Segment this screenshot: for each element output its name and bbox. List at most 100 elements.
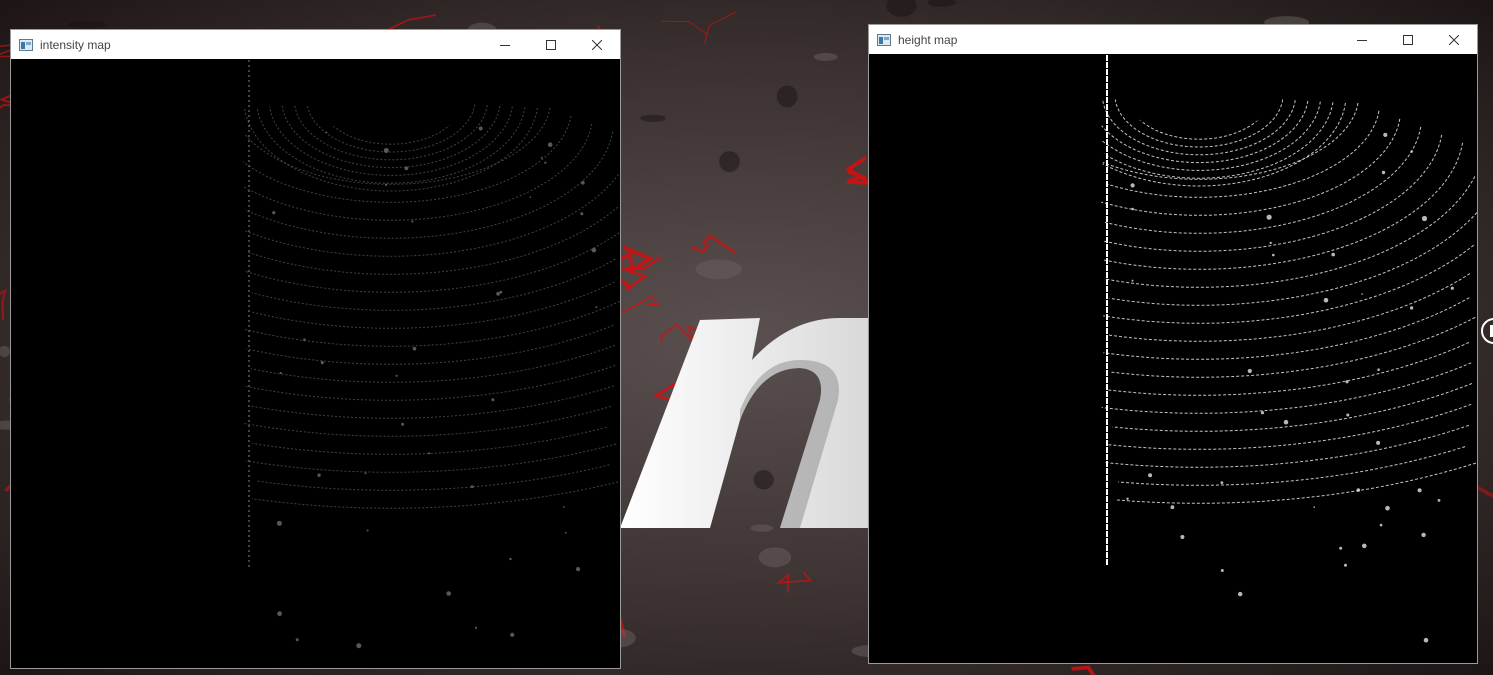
scan-point bbox=[1450, 286, 1454, 290]
scan-ring bbox=[1114, 462, 1477, 504]
scan-point bbox=[1379, 523, 1383, 527]
scan-point bbox=[1417, 488, 1422, 493]
height-map-image[interactable] bbox=[869, 55, 1477, 663]
scan-point bbox=[562, 506, 565, 508]
close-icon bbox=[1449, 34, 1459, 45]
scan-point bbox=[1383, 132, 1388, 137]
minimize-icon bbox=[500, 44, 510, 46]
close-icon bbox=[592, 39, 602, 50]
intensity-map-window[interactable]: intensity map bbox=[10, 29, 621, 669]
scan-point bbox=[1377, 368, 1380, 372]
scan-point bbox=[303, 338, 306, 342]
scan-point bbox=[1345, 380, 1349, 384]
rock-texture-spot bbox=[813, 52, 838, 61]
ego-vehicle-shadow bbox=[301, 60, 481, 140]
scan-point bbox=[1362, 543, 1367, 549]
rock-texture-spot bbox=[640, 114, 666, 122]
scan-ring bbox=[1112, 383, 1473, 432]
scan-point bbox=[576, 567, 581, 572]
intensity-map-image[interactable] bbox=[11, 60, 620, 668]
rock-texture-spot bbox=[750, 524, 774, 532]
maximize-icon bbox=[546, 39, 556, 50]
scan-point bbox=[547, 142, 553, 147]
scan-point bbox=[1131, 207, 1134, 211]
scan-point bbox=[564, 531, 567, 534]
window-app-icon[interactable] bbox=[18, 37, 34, 53]
scan-point bbox=[317, 473, 321, 477]
scan-ring bbox=[244, 174, 619, 257]
scan-point bbox=[1220, 569, 1224, 572]
close-button[interactable] bbox=[1431, 25, 1477, 54]
maximize-button[interactable] bbox=[528, 30, 574, 59]
height-map-window[interactable]: height map bbox=[868, 24, 1478, 664]
window-app-icon[interactable] bbox=[876, 32, 892, 48]
scan-point bbox=[1410, 150, 1413, 153]
scan-ring bbox=[243, 365, 616, 401]
scan-point bbox=[475, 626, 478, 629]
scan-point bbox=[580, 212, 584, 216]
scan-point bbox=[1180, 535, 1185, 539]
scan-ring bbox=[252, 281, 615, 329]
scan-point bbox=[581, 181, 585, 185]
scan-point bbox=[1260, 411, 1265, 415]
scan-point bbox=[1272, 253, 1275, 257]
scan-ring bbox=[252, 426, 607, 455]
rock-texture-spot bbox=[758, 547, 792, 568]
rock-texture-spot bbox=[719, 151, 740, 173]
scan-ring bbox=[1101, 118, 1401, 216]
scan-point bbox=[1283, 419, 1289, 425]
scan-ring bbox=[1104, 126, 1422, 234]
minimize-button[interactable] bbox=[482, 30, 528, 59]
scan-point bbox=[1238, 591, 1243, 597]
scan-point bbox=[356, 643, 362, 649]
scan-point bbox=[295, 638, 299, 642]
scan-point bbox=[384, 183, 388, 186]
scan-point bbox=[1385, 505, 1390, 511]
scan-point bbox=[496, 291, 500, 296]
scan-ring bbox=[251, 481, 619, 509]
scan-point bbox=[404, 166, 409, 171]
scan-point bbox=[1130, 183, 1135, 188]
scan-ring bbox=[246, 443, 617, 473]
scan-point bbox=[446, 591, 452, 596]
maximize-icon bbox=[1403, 34, 1413, 45]
scan-point bbox=[1247, 368, 1252, 374]
window-titlebar[interactable]: height map bbox=[869, 25, 1477, 54]
scan-ring bbox=[1108, 273, 1471, 342]
scan-point bbox=[1423, 637, 1429, 643]
window-titlebar[interactable]: intensity map bbox=[11, 30, 620, 59]
scan-point bbox=[529, 196, 532, 198]
minimize-button[interactable] bbox=[1339, 25, 1385, 54]
scan-point bbox=[1126, 497, 1129, 500]
scan-ring bbox=[1111, 316, 1476, 378]
scan-ring bbox=[1106, 341, 1470, 396]
scan-point bbox=[366, 529, 369, 532]
scan-point bbox=[279, 371, 282, 375]
scan-point bbox=[1409, 306, 1414, 310]
scan-point bbox=[276, 520, 282, 526]
rock-texture-spot bbox=[695, 259, 742, 280]
window-title: intensity map bbox=[40, 37, 111, 52]
scan-point bbox=[1266, 214, 1272, 220]
scan-point bbox=[1339, 546, 1343, 550]
scan-ring bbox=[244, 131, 614, 239]
scan-point bbox=[395, 374, 398, 377]
lidar-scan-rings bbox=[242, 60, 620, 649]
scan-point bbox=[595, 306, 598, 309]
scan-point bbox=[1170, 505, 1175, 510]
scan-ring bbox=[250, 344, 616, 383]
scan-ring bbox=[1103, 244, 1475, 324]
scan-point bbox=[1148, 473, 1153, 478]
window-title: height map bbox=[898, 32, 958, 47]
scan-point bbox=[320, 361, 324, 365]
scan-ring bbox=[243, 123, 593, 221]
close-button[interactable] bbox=[574, 30, 620, 59]
scan-point bbox=[478, 126, 483, 131]
scan-point bbox=[1131, 279, 1134, 282]
maximize-button[interactable] bbox=[1385, 25, 1431, 54]
scan-point bbox=[510, 632, 515, 637]
scan-point bbox=[470, 485, 474, 489]
rock-texture-spot bbox=[67, 20, 107, 29]
scan-ring bbox=[1103, 134, 1443, 252]
desktop-shortcut-icon[interactable] bbox=[1480, 317, 1493, 345]
